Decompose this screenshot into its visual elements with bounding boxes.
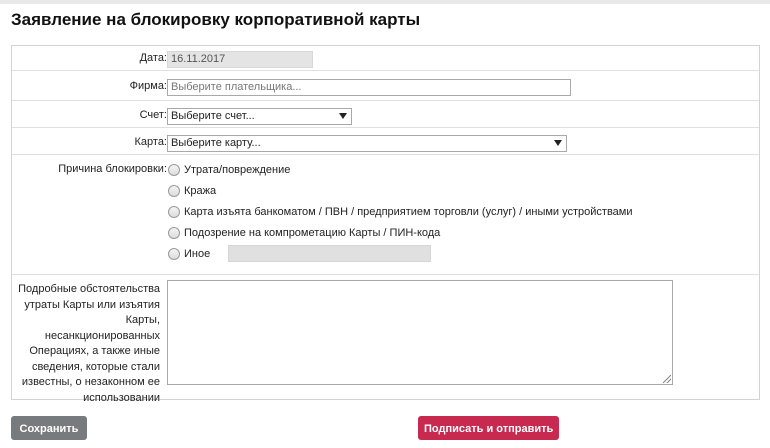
chevron-down-icon	[554, 140, 562, 146]
card-select[interactable]: Выберите карту...	[167, 135, 567, 152]
radio-label: Утрата/повреждение	[184, 164, 291, 176]
card-select-value: Выберите карту...	[171, 137, 261, 149]
resize-handle-icon[interactable]	[663, 375, 671, 383]
radio-label: Кража	[184, 185, 217, 197]
details-textarea[interactable]	[167, 280, 673, 385]
account-select-value: Выберите счет...	[171, 110, 255, 122]
page-title: Заявление на блокировку корпоративной ка…	[11, 10, 421, 29]
radio-label: Иное	[184, 248, 211, 260]
radio-button[interactable]	[168, 185, 180, 197]
other-reason-input	[228, 245, 431, 262]
reason-row: Причина блокировки: Утрата/повреждение К…	[12, 155, 759, 275]
card-label: Карта:	[134, 136, 168, 148]
firm-label: Фирма:	[129, 80, 167, 92]
radio-button[interactable]	[168, 164, 180, 176]
save-button[interactable]: Сохранить	[11, 416, 87, 440]
account-label: Счет:	[139, 109, 167, 121]
date-row: Дата: 16.11.2017	[12, 46, 759, 71]
sign-and-send-button[interactable]: Подписать и отправить	[418, 416, 559, 440]
date-label: Дата:	[139, 52, 167, 64]
chevron-down-icon	[339, 113, 347, 119]
radio-button[interactable]	[168, 248, 180, 260]
firm-row: Фирма: Выберите плательщика...	[12, 71, 759, 101]
account-select[interactable]: Выберите счет...	[167, 108, 352, 125]
radio-button[interactable]	[168, 206, 180, 218]
block-card-form: Дата: 16.11.2017 Фирма: Выберите платель…	[11, 45, 760, 404]
details-row: Подробные обстоятельства утраты Карты ил…	[12, 275, 759, 404]
reason-label: Причина блокировки:	[58, 163, 167, 175]
top-border	[0, 0, 770, 4]
radio-button[interactable]	[168, 227, 180, 239]
firm-input[interactable]: Выберите плательщика...	[167, 79, 571, 96]
account-row: Счет: Выберите счет...	[12, 101, 759, 128]
date-field: 16.11.2017	[167, 51, 313, 68]
card-row: Карта: Выберите карту...	[12, 128, 759, 155]
details-label: Подробные обстоятельства утраты Карты ил…	[18, 283, 160, 404]
reason-option-other[interactable]: Иное	[168, 245, 598, 263]
radio-label: Подозрение на компрометацию Карты / ПИН-…	[184, 227, 441, 239]
radio-label: Карта изъята банкоматом / ПВН / предприя…	[184, 206, 633, 218]
